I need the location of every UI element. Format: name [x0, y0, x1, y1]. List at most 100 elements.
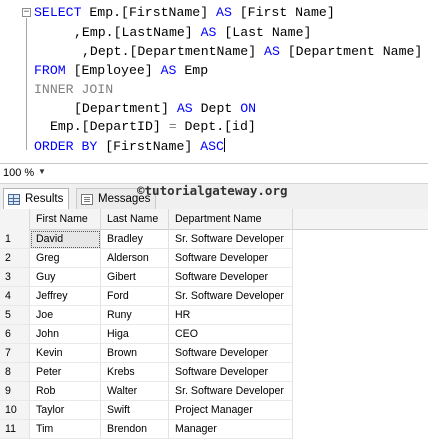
cell-first-name[interactable]: Rob: [30, 382, 101, 401]
row-number[interactable]: 8: [0, 363, 30, 382]
code-line-6: [Department] AS Dept ON: [74, 101, 256, 117]
code-line-1: SELECT Emp.[FirstName] AS [First Name]: [34, 5, 335, 21]
cell-last-name[interactable]: Alderson: [101, 249, 169, 268]
sql-keyword: SELECT: [34, 5, 82, 20]
messages-icon: [81, 193, 93, 205]
table-row: 11 Tim Brendon Manager: [0, 420, 428, 439]
text-caret: [223, 138, 225, 152]
cell-department-name[interactable]: Software Developer: [169, 249, 293, 268]
sql-text: [Employee]: [65, 63, 161, 78]
code-line-5: INNER JOIN: [34, 82, 113, 98]
cell-first-name[interactable]: Guy: [30, 268, 101, 287]
cell-first-name[interactable]: Jeffrey: [30, 287, 101, 306]
row-number-header[interactable]: [0, 209, 30, 230]
code-line-2: ,Emp.[LastName] AS [Last Name]: [74, 25, 311, 41]
sql-text: ,Emp.[LastName]: [74, 25, 201, 40]
cell-department-name[interactable]: Manager: [169, 420, 293, 439]
sql-keyword: ON: [240, 101, 257, 116]
code-line-3: ,Dept.[DepartmentName] AS [Department Na…: [82, 44, 422, 60]
cell-first-name[interactable]: Greg: [30, 249, 101, 268]
grid-header: First Name Last Name Department Name: [0, 209, 428, 230]
chevron-down-icon[interactable]: ▼: [38, 167, 46, 176]
cell-department-name[interactable]: Sr. Software Developer: [169, 230, 293, 249]
table-row: 4 Jeffrey Ford Sr. Software Developer: [0, 287, 428, 306]
cell-last-name[interactable]: Bradley: [101, 230, 169, 249]
sql-text: Dept.[id]: [176, 119, 256, 134]
cell-department-name[interactable]: Project Manager: [169, 401, 293, 420]
row-number[interactable]: 10: [0, 401, 30, 420]
row-number[interactable]: 3: [0, 268, 30, 287]
results-grid: First Name Last Name Department Name 1 D…: [0, 209, 428, 439]
cell-last-name[interactable]: Krebs: [101, 363, 169, 382]
table-row: 6 John Higa CEO: [0, 325, 428, 344]
row-number[interactable]: 11: [0, 420, 30, 439]
code-line-4: FROM [Employee] AS Emp: [34, 63, 208, 79]
sql-keyword: ASC: [200, 139, 224, 154]
sql-text: ,Dept.[DepartmentName]: [82, 44, 265, 59]
table-row: 2 Greg Alderson Software Developer: [0, 249, 428, 268]
cell-department-name[interactable]: HR: [169, 306, 293, 325]
sql-text: Emp: [176, 63, 209, 78]
sql-text: Emp.[DepartID]: [50, 119, 169, 134]
sql-keyword: AS: [216, 5, 232, 20]
zoom-bar: 100 % ▼: [0, 163, 428, 182]
sql-keyword: AS: [264, 44, 280, 59]
collapse-toggle-icon[interactable]: −: [22, 8, 31, 17]
cell-first-name[interactable]: Taylor: [30, 401, 101, 420]
cell-last-name[interactable]: Ford: [101, 287, 169, 306]
sql-keyword: FROM: [34, 63, 66, 78]
sql-join-keyword: INNER JOIN: [34, 82, 114, 97]
cell-last-name[interactable]: Higa: [101, 325, 169, 344]
table-row: 9 Rob Walter Sr. Software Developer: [0, 382, 428, 401]
cell-first-name[interactable]: Kevin: [30, 344, 101, 363]
cell-department-name[interactable]: Software Developer: [169, 363, 293, 382]
grid-icon: [8, 193, 20, 205]
cell-department-name[interactable]: Software Developer: [169, 344, 293, 363]
column-header-first-name[interactable]: First Name: [30, 209, 101, 230]
row-number[interactable]: 1: [0, 230, 30, 249]
fold-guide-line: [26, 18, 27, 150]
sql-keyword: AS: [160, 63, 177, 78]
cell-first-name[interactable]: Peter: [30, 363, 101, 382]
sql-text: [Last Name]: [216, 25, 312, 40]
row-number[interactable]: 4: [0, 287, 30, 306]
cell-last-name[interactable]: Gibert: [101, 268, 169, 287]
sql-editor[interactable]: − SELECT Emp.[FirstName] AS [First Name]…: [0, 0, 428, 162]
table-row: 5 Joe Runy HR: [0, 306, 428, 325]
row-number[interactable]: 7: [0, 344, 30, 363]
cell-first-name[interactable]: David: [30, 230, 101, 249]
sql-text: [Department]: [74, 101, 177, 116]
table-row: 8 Peter Krebs Software Developer: [0, 363, 428, 382]
column-header-department-name[interactable]: Department Name: [169, 209, 293, 230]
zoom-level-select[interactable]: 100 %: [3, 167, 34, 179]
cell-last-name[interactable]: Swift: [101, 401, 169, 420]
table-row: 7 Kevin Brown Software Developer: [0, 344, 428, 363]
tab-results-label: Results: [25, 192, 64, 205]
sql-text: [First Name]: [231, 5, 335, 20]
table-row: 3 Guy Gibert Software Developer: [0, 268, 428, 287]
cell-department-name[interactable]: Software Developer: [169, 268, 293, 287]
sql-keyword: AS: [176, 101, 193, 116]
column-header-last-name[interactable]: Last Name: [101, 209, 169, 230]
cell-first-name[interactable]: Joe: [30, 306, 101, 325]
row-number[interactable]: 2: [0, 249, 30, 268]
cell-department-name[interactable]: Sr. Software Developer: [169, 287, 293, 306]
sql-text: [FirstName]: [97, 139, 201, 154]
row-number[interactable]: 6: [0, 325, 30, 344]
cell-first-name[interactable]: Tim: [30, 420, 101, 439]
cell-department-name[interactable]: CEO: [169, 325, 293, 344]
cell-last-name[interactable]: Walter: [101, 382, 169, 401]
cell-last-name[interactable]: Runy: [101, 306, 169, 325]
cell-first-name[interactable]: John: [30, 325, 101, 344]
cell-department-name[interactable]: Sr. Software Developer: [169, 382, 293, 401]
table-row: 10 Taylor Swift Project Manager: [0, 401, 428, 420]
row-number[interactable]: 9: [0, 382, 30, 401]
sql-keyword: ORDER BY: [34, 139, 98, 154]
code-line-7: Emp.[DepartID] = Dept.[id]: [50, 119, 256, 135]
tab-results[interactable]: Results: [3, 188, 70, 209]
cell-last-name[interactable]: Brendon: [101, 420, 169, 439]
cell-last-name[interactable]: Brown: [101, 344, 169, 363]
row-number[interactable]: 5: [0, 306, 30, 325]
table-row: 1 David Bradley Sr. Software Developer: [0, 230, 428, 249]
watermark-text: ©tutorialgateway.org: [137, 183, 288, 198]
